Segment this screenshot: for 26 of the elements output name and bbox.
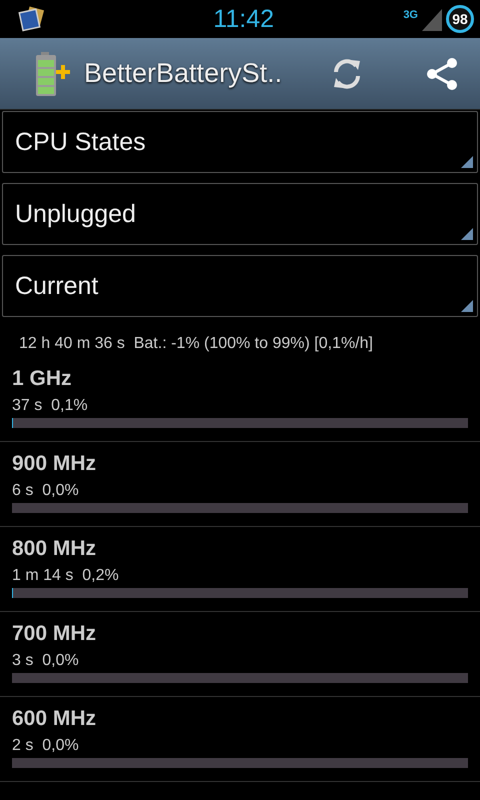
share-button[interactable] <box>424 56 460 92</box>
summary-text: 12 h 40 m 36 s Bat.: -1% (100% to 99%) [0,1%/h] <box>19 335 373 352</box>
frequency-label: 800 MHz <box>12 537 98 562</box>
frequency-label: 900 MHz <box>12 452 98 477</box>
dropdown-arrow-icon <box>461 156 473 168</box>
dropdown-arrow-icon <box>461 300 473 312</box>
dropdown[interactable]: CPU States <box>2 111 478 173</box>
share-icon <box>424 56 460 92</box>
dropdown[interactable]: Unplugged <box>2 183 478 245</box>
battery-app-icon <box>34 50 70 96</box>
frequency-label: 600 MHz <box>12 707 98 732</box>
signal-icon <box>422 7 442 31</box>
state-detail: 3 s 0,0% <box>12 652 80 671</box>
network-type: 3G <box>403 9 418 21</box>
state-detail: 6 s 0,0% <box>12 482 80 501</box>
dropdown-arrow-icon <box>461 228 473 240</box>
gallery-icon <box>18 5 46 33</box>
battery-level: 98 <box>446 5 474 33</box>
frequency-label: 700 MHz <box>12 622 98 647</box>
state-detail: 37 s 0,1% <box>12 397 89 416</box>
frequency-label: 1 GHz <box>12 367 73 392</box>
state-detail: 2 s 0,0% <box>12 737 80 756</box>
app-title: BetterBatterySt.. <box>84 58 282 89</box>
clock: 11:42 <box>212 4 276 34</box>
dropdown[interactable]: Current <box>2 255 478 317</box>
state-detail: 1 m 14 s 0,2% <box>12 567 120 586</box>
